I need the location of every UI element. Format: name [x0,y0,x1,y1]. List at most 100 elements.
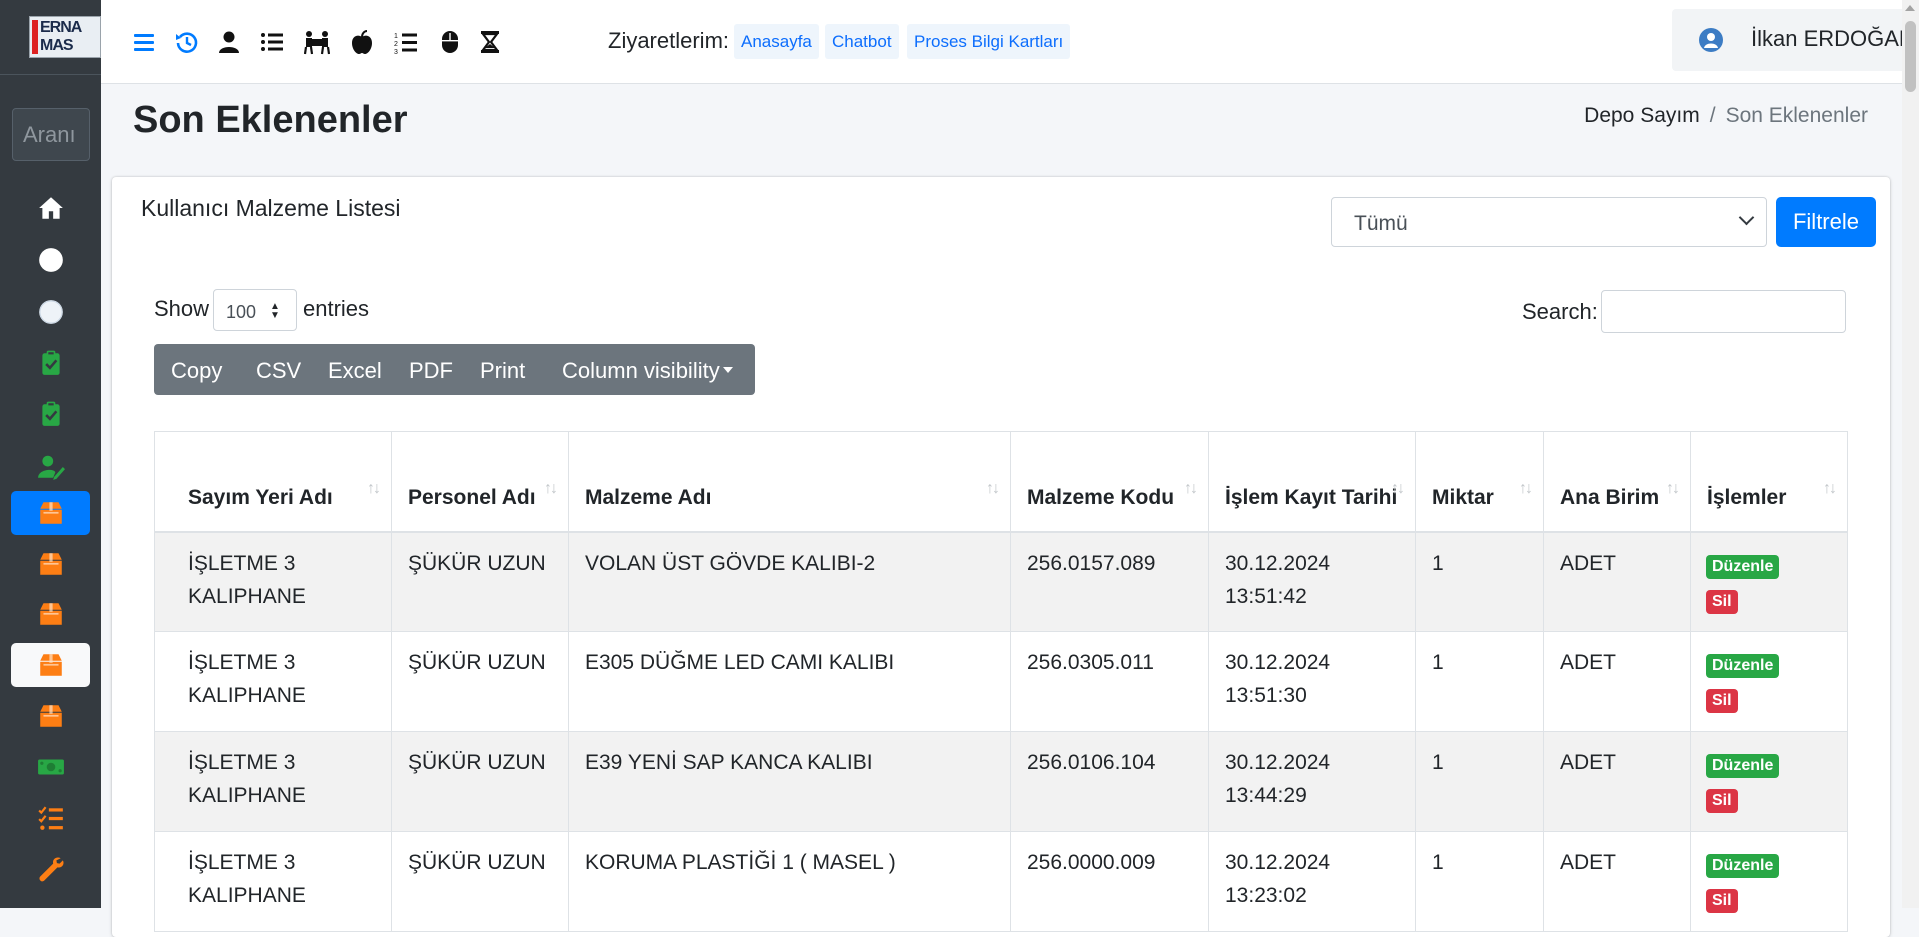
sort-icon: ↑↓ [1391,479,1405,497]
column-header-malzeme-adi[interactable]: Malzeme Adı ↑↓ [568,431,1011,533]
column-header-islemler[interactable]: İşlemler ↑↓ [1690,431,1848,533]
edit-button[interactable]: Düzenle [1706,654,1780,678]
table-row: İŞLETME 3 KALIPHANE ŞÜKÜR UZUN E305 DÜĞM… [154,631,1848,732]
sidebar-item-4[interactable] [11,341,90,385]
sort-icon: ↑↓ [1823,479,1837,497]
visit-link-proses-bilgi-kartlari[interactable]: Proses Bilgi Kartları [907,24,1071,59]
sidebar-item-14[interactable] [11,847,90,891]
scroll-up-icon[interactable] [1905,5,1915,11]
column-header-miktar[interactable]: Miktar ↑↓ [1415,431,1544,533]
sidebar-item-10[interactable] [11,643,90,687]
hourglass-icon[interactable] [477,29,503,55]
cell-sayim-yeri: İŞLETME 3 KALIPHANE [154,531,392,632]
sidebar-item-13[interactable] [11,796,90,840]
edit-button[interactable]: Düzenle [1706,754,1780,778]
user-menu[interactable]: İlkan ERDOĞAN [1672,9,1919,71]
scrollbar-thumb[interactable] [1905,21,1916,92]
table-row: İŞLETME 3 KALIPHANE ŞÜKÜR UZUN KORUMA PL… [154,831,1848,932]
copy-button[interactable]: Copy [171,358,222,384]
table-row: İŞLETME 3 KALIPHANE ŞÜKÜR UZUN VOLAN ÜST… [154,531,1848,632]
sidebar-search-input[interactable]: Aranı [12,108,90,161]
delete-button[interactable]: Sil [1706,889,1738,913]
menu-icon[interactable] [131,29,157,55]
ordered-list-icon[interactable]: 123 [393,29,419,56]
sidebar-item-1[interactable] [11,186,90,230]
visit-link-anasayfa[interactable]: Anasayfa [734,24,819,59]
sidebar-divider [0,74,101,75]
excel-button[interactable]: Excel [328,358,382,384]
cell-miktar: 1 [1415,531,1544,632]
sidebar-item-8[interactable] [11,542,90,586]
show-label: Show [154,296,210,321]
sidebar-item-7[interactable] [11,491,90,535]
edit-button[interactable]: Düzenle [1706,554,1780,579]
cell-malzeme-adi: VOLAN ÜST GÖVDE KALIBI-2 [568,531,1011,632]
mouse-icon[interactable] [437,29,463,55]
sidebar-item-12[interactable] [11,745,90,789]
column-visibility-button[interactable]: Column visibility [562,358,720,384]
page-scrollbar[interactable] [1902,0,1919,908]
cell-sayim-yeri: İŞLETME 3 KALIPHANE [154,731,392,832]
sort-icon: ↑↓ [1519,479,1533,497]
apple-icon[interactable] [349,29,375,55]
svg-text:2: 2 [394,41,398,48]
sidebar-item-6[interactable] [11,445,90,489]
logo-mark [32,20,38,54]
delete-button[interactable]: Sil [1706,589,1738,614]
cell-actions: Düzenle Sil [1690,731,1848,832]
logo-text: ERNA MAS [40,19,82,54]
visit-link-chatbot[interactable]: Chatbot [825,24,899,59]
history-icon[interactable] [174,29,200,55]
sidebar-item-9[interactable] [11,592,90,636]
sidebar-item-2[interactable] [11,238,90,282]
cell-personel: ŞÜKÜR UZUN [391,731,569,832]
column-header-sayim-yeri[interactable]: Sayım Yeri Adı ↑↓ [154,431,392,533]
column-header-islem-tarihi[interactable]: İşlem Kayıt Tarihi ↑↓ [1208,431,1416,533]
sidebar-item-11[interactable] [11,694,90,738]
chevron-down-icon [1738,209,1755,226]
people-carry-icon[interactable] [303,29,331,55]
card-title: Kullanıcı Malzeme Listesi [141,195,401,221]
print-button[interactable]: Print [480,358,525,384]
sidebar-item-3[interactable] [11,290,90,334]
cell-sayim-yeri: İŞLETME 3 KALIPHANE [154,631,392,732]
export-button-group: Copy CSV Excel PDF Print Column visibili… [154,344,755,395]
cell-islem-tarihi: 30.12.2024 13:51:30 [1208,631,1416,732]
table-row: İŞLETME 3 KALIPHANE ŞÜKÜR UZUN E39 YENİ … [154,731,1848,832]
cell-personel: ŞÜKÜR UZUN [391,631,569,732]
filter-select-value: Tümü [1354,212,1408,235]
column-header-ana-birim[interactable]: Ana Birim ↑↓ [1543,431,1691,533]
delete-button[interactable]: Sil [1706,789,1738,813]
edit-button[interactable]: Düzenle [1706,854,1780,878]
list-icon[interactable] [259,29,285,55]
user-icon[interactable] [216,29,242,55]
svg-text:1: 1 [394,33,398,40]
breadcrumb-current: Son Eklenenler [1725,104,1868,127]
sort-icon: ↑↓ [1666,479,1680,497]
cell-actions: Düzenle Sil [1690,631,1848,732]
filter-select[interactable]: Tümü [1331,197,1767,247]
cell-personel: ŞÜKÜR UZUN [391,531,569,632]
sort-icon: ↑↓ [986,479,1000,497]
sidebar-item-5[interactable] [11,392,90,436]
cell-malzeme-kodu: 256.0106.104 [1010,731,1209,832]
cell-miktar: 1 [1415,731,1544,832]
entries-select[interactable]: 100 ▲ ▼ [213,289,297,331]
breadcrumb-link-depo-sayim[interactable]: Depo Sayım [1584,104,1700,127]
filter-button[interactable]: Filtrele [1776,197,1876,247]
table-search-input[interactable] [1601,290,1846,333]
delete-button[interactable]: Sil [1706,689,1738,713]
material-table: Sayım Yeri Adı ↑↓ Personel Adı ↑↓ Malzeme … [154,431,1848,932]
column-header-personel[interactable]: Personel Adı ↑↓ [391,431,569,533]
column-header-malzeme-kodu[interactable]: Malzeme Kodu ↑↓ [1010,431,1209,533]
sort-arrows-icon: ▲ ▼ [270,301,280,321]
top-navbar: 123 Ziyaretlerim: Anasayfa Chatbot Prose… [101,0,1919,84]
cell-islem-tarihi: 30.12.2024 13:51:42 [1208,531,1416,632]
cell-ana-birim: ADET [1543,731,1691,832]
logo[interactable]: ERNA MAS [29,16,101,58]
cell-actions: Düzenle Sil [1690,831,1848,932]
entries-select-value: 100 [226,302,257,322]
csv-button[interactable]: CSV [256,358,301,384]
cell-miktar: 1 [1415,831,1544,932]
pdf-button[interactable]: PDF [409,358,453,384]
